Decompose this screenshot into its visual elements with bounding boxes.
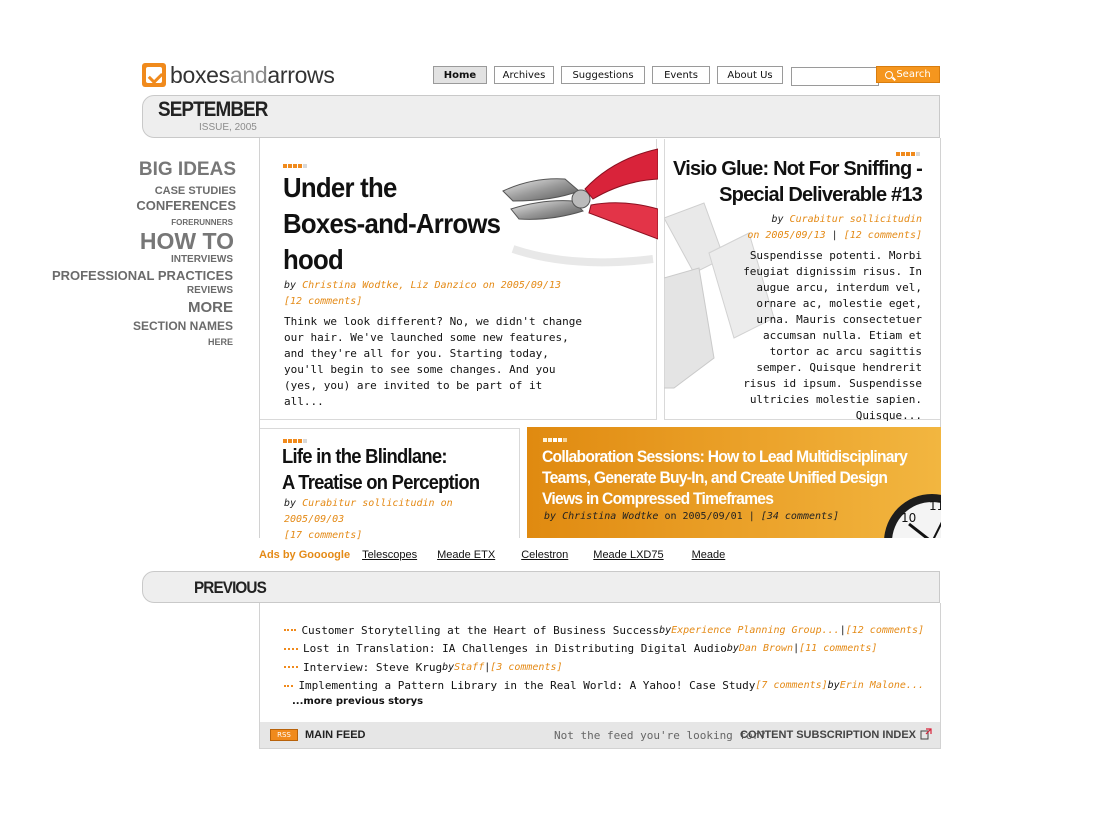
previous-item-meta-link[interactable]: Erin Malone...: [840, 680, 924, 691]
rss-badge[interactable]: RSS: [270, 729, 298, 741]
feature-2-byline: by Curabitur sollicitudin on 2005/09/13 …: [747, 214, 922, 241]
previous-item: Interview: Steve Krug by Staff | [3 comm…: [284, 658, 924, 677]
feature-2-title[interactable]: Visio Glue: Not For Sniffing - Special D…: [664, 156, 923, 208]
section-sidebar: BIG IDEAS CASE STUDIES CONFERENCES FORER…: [40, 160, 236, 349]
sidebar-item-here[interactable]: HERE: [40, 338, 236, 349]
nav-suggestions[interactable]: Suggestions: [561, 66, 645, 84]
more-previous-link[interactable]: ...more previous storys: [292, 696, 423, 707]
previous-item-meta-text: by: [827, 680, 840, 692]
feature-1-byline: by Christina Wodtke, Liz Danzico on 2005…: [284, 280, 561, 307]
sidebar-item-how-to[interactable]: HOW TO: [40, 230, 236, 255]
issue-month: SEPTEMBER: [158, 98, 268, 121]
feature-1-marker: [283, 164, 307, 168]
search-icon: [885, 70, 894, 79]
svg-text:11: 11: [929, 499, 941, 513]
sidebar-item-case-studies[interactable]: CASE STUDIES: [40, 181, 236, 199]
content-subscription-index-link[interactable]: CONTENT SUBSCRIPTION INDEX: [740, 729, 916, 741]
top-nav: Home Archives Suggestions Events About U…: [433, 66, 783, 84]
previous-item-meta-text: by: [659, 624, 672, 636]
feature-1-title[interactable]: Under the Boxes-and-Arrows hood: [283, 170, 501, 278]
issue-subtitle: ISSUE, 2005: [199, 122, 257, 133]
previous-item: Customer Storytelling at the Heart of Bu…: [284, 621, 924, 640]
ad-link-meade-etx[interactable]: Meade ETX: [437, 549, 495, 561]
feature-1-author-link[interactable]: Christina Wodtke, Liz Danzico: [302, 280, 477, 291]
bullet-dash-icon: [284, 666, 298, 669]
feature-1-summary: Think we look different? No, we didn't c…: [284, 315, 583, 408]
sidebar-item-more[interactable]: MORE: [40, 300, 236, 320]
pliers-illustration: [502, 148, 658, 267]
previous-item: Implementing a Pattern Library in the Re…: [284, 677, 924, 696]
previous-item-meta-link[interactable]: Dan Brown: [739, 643, 793, 654]
feature-2-comments-link[interactable]: [12 comments]: [844, 230, 922, 241]
feature-3-marker: [283, 439, 307, 443]
ad-link-meade-lxd75[interactable]: Meade LXD75: [593, 549, 663, 561]
ads-label: Ads by Goooogle: [259, 549, 351, 561]
sidebar-item-professional-practices[interactable]: PROFESSIONAL PRACTICES: [40, 269, 236, 286]
sidebar-item-section-names[interactable]: SECTION NAMES: [40, 320, 236, 338]
ads-bar: Ads by Goooogle Telescopes Meade ETX Cel…: [259, 549, 725, 561]
logo-arrow-icon: [142, 63, 166, 87]
search-button-label: Search: [896, 69, 931, 80]
previous-item-meta-link[interactable]: [3 comments]: [490, 662, 562, 673]
previous-item-meta-link[interactable]: Staff: [454, 662, 484, 673]
nav-about-us[interactable]: About Us: [717, 66, 783, 84]
search-button[interactable]: Search: [876, 66, 940, 83]
previous-item-meta-link[interactable]: [12 comments]: [846, 625, 924, 636]
feature-3-byline: by Curabitur sollicitudin on 2005/09/03 …: [284, 498, 453, 541]
feature-3-author-link[interactable]: Curabitur sollicitudin: [302, 498, 434, 509]
previous-item-meta-link[interactable]: [7 comments]: [755, 680, 827, 691]
previous-item-title[interactable]: Lost in Translation: IA Challenges in Di…: [303, 642, 727, 655]
sidebar-item-reviews[interactable]: REVIEWS: [40, 286, 236, 300]
previous-item-title[interactable]: Implementing a Pattern Library in the Re…: [298, 679, 755, 692]
feature-4-byline: by Christina Wodtke on 2005/09/01 | [34 …: [544, 511, 840, 522]
sidebar-item-conferences[interactable]: CONFERENCES: [40, 199, 236, 219]
feature-2-summary: Suspendisse potenti. Morbi feugiat digni…: [743, 249, 922, 422]
svg-text:10: 10: [901, 511, 916, 525]
feature-3-comments-link[interactable]: [17 comments]: [284, 530, 362, 541]
search-input[interactable]: [791, 67, 879, 86]
sidebar-item-interviews[interactable]: INTERVIEWS: [40, 255, 236, 269]
previous-item-title[interactable]: Interview: Steve Krug: [303, 661, 442, 674]
feature-4-title[interactable]: Collaboration Sessions: How to Lead Mult…: [542, 446, 908, 509]
previous-item-meta-link[interactable]: Experience Planning Group...: [671, 625, 840, 636]
bullet-dash-icon: [284, 684, 294, 687]
ad-link-telescopes[interactable]: Telescopes: [362, 549, 417, 561]
nav-archives[interactable]: Archives: [494, 66, 554, 84]
nav-home[interactable]: Home: [433, 66, 487, 84]
external-link-icon[interactable]: [920, 728, 932, 740]
ad-link-celestron[interactable]: Celestron: [521, 549, 568, 561]
previous-item-meta-text: by: [726, 643, 739, 655]
previous-heading: PREVIOUS: [194, 578, 267, 597]
main-feed-link[interactable]: MAIN FEED: [305, 729, 366, 741]
previous-item: Lost in Translation: IA Challenges in Di…: [284, 640, 924, 659]
sidebar-item-big-ideas[interactable]: BIG IDEAS: [40, 160, 236, 181]
previous-list: Customer Storytelling at the Heart of Bu…: [284, 621, 924, 695]
logo-wordmark: boxesandarrows: [170, 61, 335, 88]
feed-question: Not the feed you're looking for?: [554, 729, 766, 742]
ad-link-meade[interactable]: Meade: [692, 549, 726, 561]
feature-4-comments-link[interactable]: [34 comments]: [761, 511, 839, 522]
feature-2-author-link[interactable]: Curabitur sollicitudin: [790, 214, 922, 225]
nav-events[interactable]: Events: [652, 66, 710, 84]
bullet-dash-icon: [284, 647, 298, 650]
previous-item-title[interactable]: Customer Storytelling at the Heart of Bu…: [301, 624, 659, 637]
previous-item-meta-link[interactable]: [11 comments]: [799, 643, 877, 654]
site-logo[interactable]: boxesandarrows: [142, 62, 335, 88]
previous-item-meta-text: by: [442, 661, 455, 673]
feature-1-comments-link[interactable]: [12 comments]: [284, 296, 362, 307]
bullet-dash-icon: [284, 629, 297, 632]
feature-4-author-link[interactable]: Christina Wodtke: [562, 511, 658, 522]
feature-4-marker: [543, 438, 567, 442]
feature-3-title[interactable]: Life in the Blindlane: A Treatise on Per…: [282, 444, 480, 496]
